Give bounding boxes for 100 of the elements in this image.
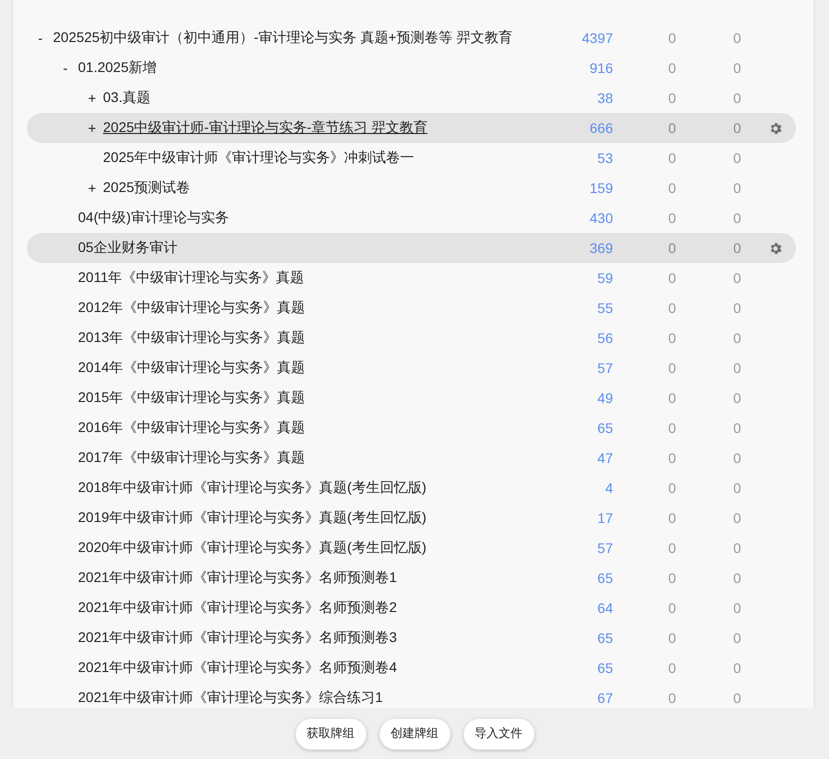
learn-count: 0	[667, 180, 676, 196]
deck-name[interactable]: 2014年《中级审计理论与实务》真题	[78, 359, 306, 377]
review-count: 0	[732, 150, 741, 166]
review-count: 0	[732, 270, 741, 286]
review-count: 0	[732, 660, 741, 676]
deck-name[interactable]: 2015年《中级审计理论与实务》真题	[78, 389, 306, 407]
learn-count: 0	[667, 660, 676, 676]
learn-count: 0	[667, 270, 676, 286]
new-count: 57	[596, 540, 613, 556]
expand-toggle[interactable]: +	[88, 90, 96, 106]
learn-count: 0	[667, 240, 676, 256]
learn-count: 0	[667, 120, 676, 136]
learn-count: 0	[667, 210, 676, 226]
review-count: 0	[732, 390, 741, 406]
review-count: 0	[732, 210, 741, 226]
review-count: 0	[732, 450, 741, 466]
review-count: 0	[732, 90, 741, 106]
learn-count: 0	[667, 540, 676, 556]
deck-name[interactable]: 2025预测试卷	[103, 179, 190, 197]
learn-count: 0	[667, 150, 676, 166]
expand-toggle[interactable]: -	[63, 60, 68, 76]
deck-name[interactable]: 2018年中级审计师《审计理论与实务》真题(考生回忆版)	[78, 479, 426, 497]
deck-name[interactable]: 2021年中级审计师《审计理论与实务》名师预测卷2	[78, 599, 397, 617]
new-count: 17	[596, 510, 613, 526]
deck-name[interactable]: 2017年《中级审计理论与实务》真题	[78, 449, 306, 467]
review-count: 0	[732, 420, 741, 436]
new-count: 666	[588, 120, 613, 136]
new-count: 67	[596, 690, 613, 706]
review-count: 0	[732, 480, 741, 496]
new-count: 916	[588, 60, 613, 76]
review-count: 0	[732, 30, 741, 46]
deck-name[interactable]: 2020年中级审计师《审计理论与实务》真题(考生回忆版)	[78, 539, 426, 557]
deck-name[interactable]: 01.2025新增	[78, 59, 157, 77]
expand-toggle[interactable]: +	[88, 180, 96, 196]
new-count: 56	[596, 330, 613, 346]
deck-name[interactable]: 2025中级审计师-审计理论与实务-章节练习 羿文教育	[103, 119, 428, 137]
new-count: 65	[596, 660, 613, 676]
new-count: 159	[588, 180, 613, 196]
new-count: 59	[596, 270, 613, 286]
learn-count: 0	[667, 480, 676, 496]
action-button[interactable]: 获取牌组	[294, 718, 366, 750]
review-count: 0	[732, 120, 741, 136]
learn-count: 0	[667, 630, 676, 646]
learn-count: 0	[667, 570, 676, 586]
deck-name[interactable]: 03.真题	[103, 89, 150, 107]
new-count: 53	[596, 150, 613, 166]
new-count: 65	[596, 420, 613, 436]
deck-name[interactable]: 2021年中级审计师《审计理论与实务》综合练习1	[78, 689, 383, 707]
review-count: 0	[732, 300, 741, 316]
review-count: 0	[732, 510, 741, 526]
review-count: 0	[732, 630, 741, 646]
learn-count: 0	[667, 690, 676, 706]
learn-count: 0	[667, 390, 676, 406]
new-count: 65	[596, 630, 613, 646]
new-count: 64	[596, 600, 613, 616]
deck-name[interactable]: 202525初中级审计（初中通用）-审计理论与实务 真题+预测卷等 羿文教育	[53, 29, 512, 47]
action-button[interactable]: 创建牌组	[378, 718, 450, 750]
settings-icon[interactable]	[768, 120, 783, 136]
learn-count: 0	[667, 90, 676, 106]
learn-count: 0	[667, 300, 676, 316]
review-count: 0	[732, 330, 741, 346]
review-count: 0	[732, 570, 741, 586]
new-count: 57	[596, 360, 613, 376]
settings-icon[interactable]	[768, 240, 783, 256]
learn-count: 0	[667, 60, 676, 76]
deck-name[interactable]: 05企业财务审计	[78, 239, 178, 257]
new-count: 369	[588, 240, 613, 256]
deck-name[interactable]: 2011年《中级审计理论与实务》真题	[78, 269, 304, 287]
new-count: 38	[596, 90, 613, 106]
review-count: 0	[732, 60, 741, 76]
review-count: 0	[732, 540, 741, 556]
review-count: 0	[732, 690, 741, 706]
new-count: 55	[596, 300, 613, 316]
learn-count: 0	[667, 30, 676, 46]
learn-count: 0	[667, 330, 676, 346]
deck-name[interactable]: 2021年中级审计师《审计理论与实务》名师预测卷4	[78, 659, 397, 677]
new-count: 430	[588, 210, 613, 226]
review-count: 0	[732, 180, 741, 196]
learn-count: 0	[667, 450, 676, 466]
new-count: 47	[596, 450, 613, 466]
expand-toggle[interactable]: -	[38, 30, 43, 46]
deck-name[interactable]: 2025年中级审计师《审计理论与实务》冲刺试卷一	[103, 149, 414, 167]
learn-count: 0	[667, 600, 676, 616]
new-count: 65	[596, 570, 613, 586]
expand-toggle[interactable]: +	[88, 120, 96, 136]
deck-name[interactable]: 2013年《中级审计理论与实务》真题	[78, 329, 306, 347]
deck-name[interactable]: 2021年中级审计师《审计理论与实务》名师预测卷3	[78, 629, 397, 647]
review-count: 0	[732, 360, 741, 376]
deck-name[interactable]: 04(中级)审计理论与实务	[78, 209, 229, 227]
action-button[interactable]: 导入文件	[462, 718, 534, 750]
new-count: 4	[604, 480, 613, 496]
review-count: 0	[732, 600, 741, 616]
review-count: 0	[732, 240, 741, 256]
new-count: 49	[596, 390, 613, 406]
learn-count: 0	[667, 510, 676, 526]
deck-name[interactable]: 2016年《中级审计理论与实务》真题	[78, 419, 306, 437]
deck-name[interactable]: 2019年中级审计师《审计理论与实务》真题(考生回忆版)	[78, 509, 426, 527]
deck-name[interactable]: 2021年中级审计师《审计理论与实务》名师预测卷1	[78, 569, 397, 587]
deck-name[interactable]: 2012年《中级审计理论与实务》真题	[78, 299, 306, 317]
learn-count: 0	[667, 360, 676, 376]
